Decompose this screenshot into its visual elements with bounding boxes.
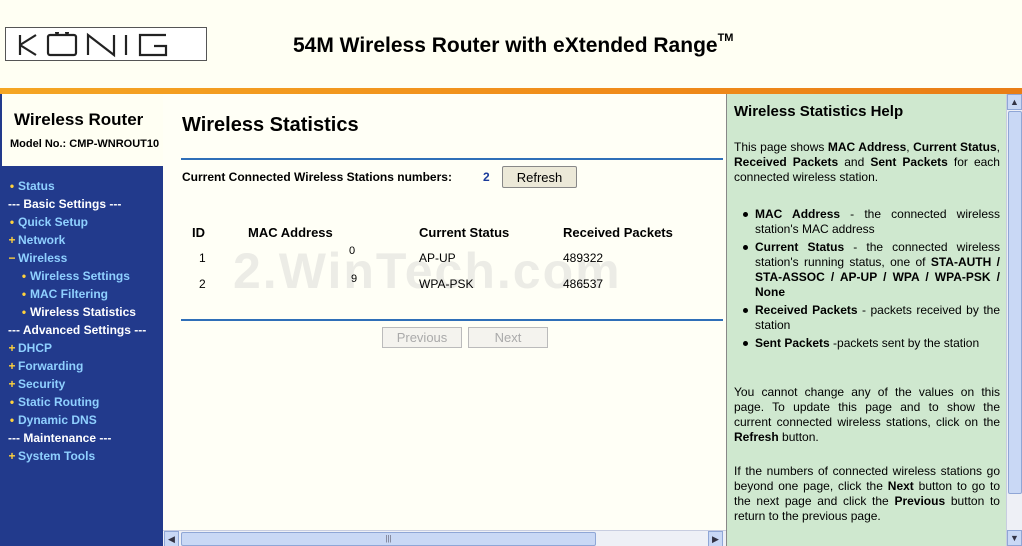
- sidebar-header: Wireless Router Model No.: CMP-WNROUT10: [0, 94, 163, 166]
- bullet-icon: •: [9, 179, 15, 193]
- next-button[interactable]: Next: [468, 327, 548, 348]
- product-title: 54M Wireless Router with eXtended RangeT…: [293, 32, 734, 57]
- divider: [181, 319, 723, 321]
- expand-icon: +: [8, 341, 16, 355]
- sidebar-item-static-routing[interactable]: • Static Routing: [6, 393, 99, 411]
- help-paragraph-refresh: You cannot change any of the values on t…: [734, 385, 1000, 444]
- scroll-left-icon[interactable]: ◀: [164, 531, 179, 546]
- help-bullet-received: Received Packets - packets received by t…: [755, 303, 1000, 332]
- sidebar-item-wireless-settings[interactable]: • Wireless Settings: [18, 267, 130, 285]
- cell-status: AP-UP: [419, 251, 456, 265]
- scroll-thumb[interactable]: [1008, 111, 1022, 494]
- scroll-down-icon[interactable]: ▼: [1007, 530, 1022, 546]
- bullet-icon: •: [9, 395, 15, 409]
- sidebar-item-dynamic-dns[interactable]: • Dynamic DNS: [6, 411, 97, 429]
- section-advanced-settings: --- Advanced Settings ---: [8, 323, 147, 337]
- sidebar-item-dhcp[interactable]: + DHCP: [6, 339, 52, 357]
- scroll-right-icon[interactable]: ▶: [708, 531, 723, 546]
- vertical-scrollbar[interactable]: ▲ ▼: [1006, 94, 1022, 546]
- cell-mac: 9: [351, 273, 358, 285]
- sidebar-item-mac-filtering[interactable]: • MAC Filtering: [18, 285, 108, 303]
- page-header: 54M Wireless Router with eXtended RangeT…: [0, 0, 1022, 88]
- sidebar-nav: • Status --- Basic Settings --- • Quick Se…: [0, 166, 163, 546]
- help-title: Wireless Statistics Help: [734, 103, 904, 120]
- page-title: Wireless Statistics: [182, 114, 359, 136]
- stations-count-value: 2: [483, 170, 490, 184]
- horizontal-scrollbar[interactable]: ◀ ||| ▶: [163, 530, 726, 546]
- help-panel: Wireless Statistics Help This page shows…: [726, 94, 1006, 546]
- bullet-icon: [743, 212, 748, 217]
- column-header-received: Received Packets: [563, 225, 673, 240]
- collapse-icon: −: [8, 251, 16, 265]
- bullet-icon: [743, 308, 748, 313]
- sidebar-item-security[interactable]: + Security: [6, 375, 65, 393]
- help-intro: This page shows MAC Address, Current Sta…: [734, 140, 1000, 184]
- bullet-icon: •: [21, 287, 27, 301]
- bullet-icon: [743, 245, 748, 250]
- cell-status: WPA-PSK: [419, 277, 474, 291]
- column-header-mac: MAC Address: [248, 225, 333, 240]
- cell-received: 486537: [563, 277, 604, 291]
- refresh-button[interactable]: Refresh: [502, 166, 577, 188]
- sidebar-item-wireless[interactable]: − Wireless: [6, 249, 67, 267]
- expand-icon: +: [8, 359, 16, 373]
- sidebar-title: Wireless Router: [14, 110, 144, 129]
- bullet-icon: •: [21, 305, 27, 319]
- bullet-icon: •: [21, 269, 27, 283]
- help-paragraph-paging: If the numbers of connected wireless sta…: [734, 464, 1000, 523]
- bullet-icon: [743, 341, 748, 346]
- cell-id: 2: [199, 277, 206, 291]
- sidebar-item-status[interactable]: • Status: [6, 177, 55, 195]
- section-maintenance: --- Maintenance ---: [8, 431, 112, 445]
- section-basic-settings: --- Basic Settings ---: [8, 197, 122, 211]
- previous-button[interactable]: Previous: [382, 327, 462, 348]
- sidebar-item-network[interactable]: + Network: [6, 231, 65, 249]
- main-content: Wireless Statistics Current Connected Wi…: [163, 94, 726, 546]
- bullet-icon: •: [9, 413, 15, 427]
- expand-icon: +: [8, 233, 16, 247]
- bullet-icon: •: [9, 215, 15, 229]
- sidebar-item-wireless-statistics[interactable]: • Wireless Statistics: [18, 303, 136, 321]
- konig-logo: [5, 27, 207, 61]
- column-header-status: Current Status: [419, 225, 510, 240]
- column-header-id: ID: [192, 225, 205, 240]
- sidebar-item-quick-setup[interactable]: • Quick Setup: [6, 213, 88, 231]
- konig-logo-mark: [18, 32, 168, 58]
- trademark-mark: TM: [717, 32, 734, 44]
- sidebar-item-system-tools[interactable]: + System Tools: [6, 447, 95, 465]
- cell-mac: 0: [349, 245, 356, 257]
- expand-icon: +: [8, 377, 16, 391]
- cell-received: 489322: [563, 251, 604, 265]
- sidebar-item-forwarding[interactable]: + Forwarding: [6, 357, 83, 375]
- expand-icon: +: [8, 449, 16, 463]
- help-bullet-mac: MAC Address - the connected wireless sta…: [755, 207, 1001, 236]
- cell-id: 1: [199, 251, 206, 265]
- stations-count-label: Current Connected Wireless Stations numb…: [182, 170, 452, 184]
- scroll-up-icon[interactable]: ▲: [1007, 94, 1022, 110]
- model-number: Model No.: CMP-WNROUT10: [10, 138, 160, 150]
- divider: [181, 158, 723, 160]
- help-bullet-sent: Sent Packets -packets sent by the statio…: [755, 336, 980, 350]
- scroll-thumb[interactable]: |||: [181, 532, 596, 546]
- help-bullet-status: Current Status - the connected wireless …: [755, 240, 1001, 299]
